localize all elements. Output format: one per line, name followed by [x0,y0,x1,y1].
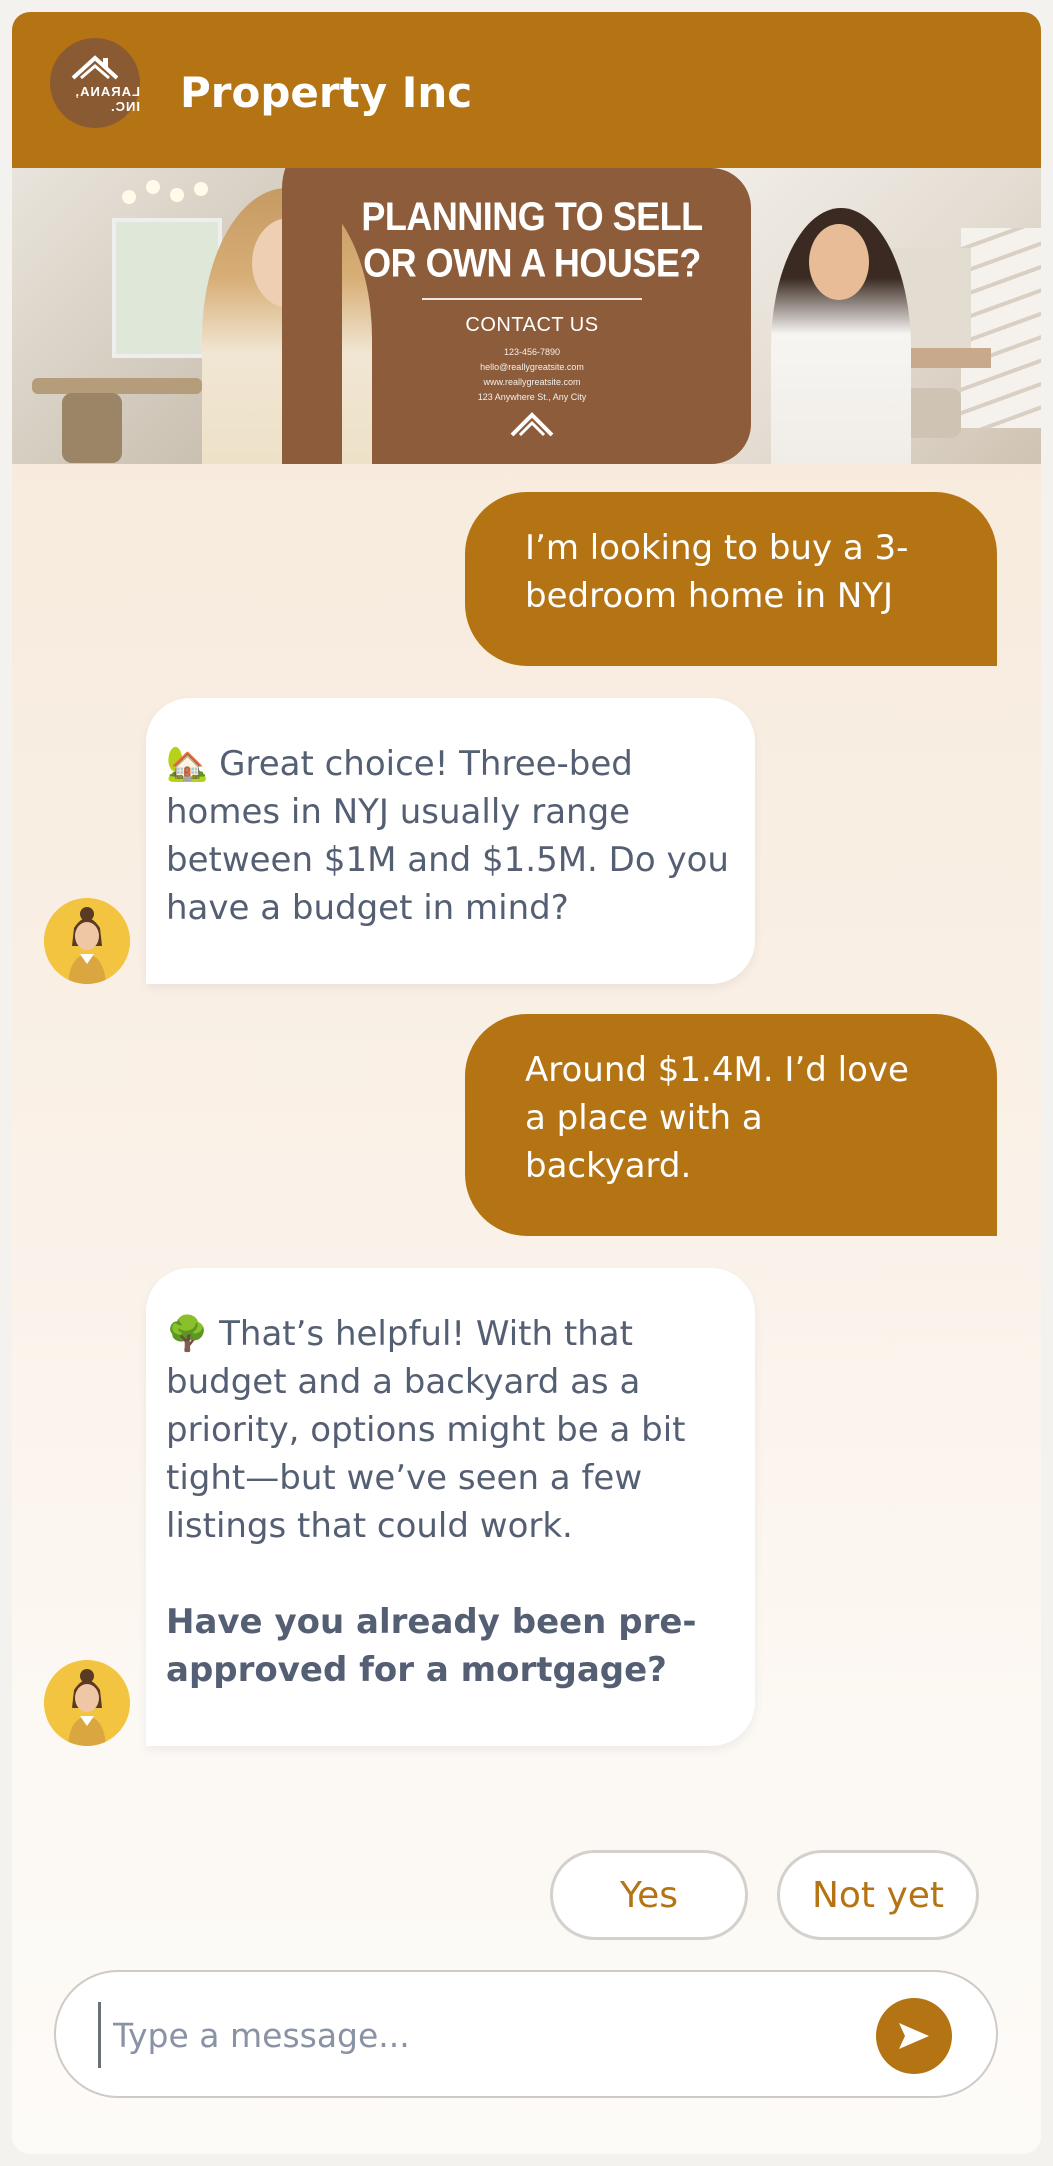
assistant-avatar-icon [44,898,130,984]
message-input[interactable] [98,2002,858,2068]
chat-header: LARANA, INC. Property Inc [12,12,1041,168]
house-logo-icon [71,55,119,80]
send-button[interactable] [876,1998,952,2074]
banner-text-block: PLANNING TO SELL OR OWN A HOUSE? CONTACT… [352,194,712,441]
user-message: Around $1.4M. I’d love a place with a ba… [465,1014,997,1236]
banner-photo-right [711,168,1041,464]
bot-message: 🏡 Great choice! Three-bed homes in NYJ u… [146,698,755,984]
chat-window: LARANA, INC. Property Inc PLANNING TO SE… [12,12,1041,2154]
company-logo: LARANA, INC. [50,38,140,128]
banner-contact-details: 123-456-7890 hello@reallygreatsite.com w… [477,347,587,402]
banner-contact: CONTACT US [465,314,599,336]
app-title: Property Inc [180,68,473,117]
assistant-avatar-icon [44,1660,130,1746]
user-message: I’m looking to buy a 3- bedroom home in … [465,492,997,666]
bot-message: 🌳 That’s helpful! With that budget and a… [146,1268,755,1746]
logo-text: LARANA, INC. [74,84,141,114]
banner-house-logo-icon [510,412,554,437]
quick-reply-not-yet[interactable]: Not yet [777,1850,979,1940]
send-icon [899,2023,929,2049]
quick-reply-yes[interactable]: Yes [550,1850,748,1940]
banner-headline: PLANNING TO SELL OR OWN A HOUSE? [361,193,703,286]
banner-divider [422,298,642,300]
promo-banner: PLANNING TO SELL OR OWN A HOUSE? CONTACT… [12,168,1041,464]
message-composer [54,1970,998,2098]
